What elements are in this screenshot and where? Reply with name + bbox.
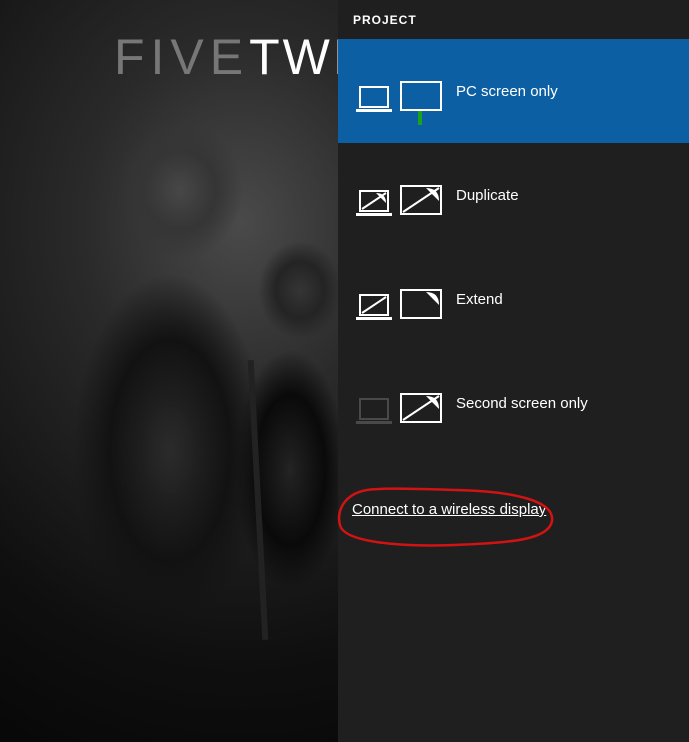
option-label: Extend [456,291,503,308]
wallpaper-title: FIVETWI [114,28,350,86]
option-duplicate[interactable]: Duplicate [338,143,689,247]
second-screen-only-icon [356,381,446,425]
duplicate-icon [356,173,446,217]
annotation-circle [334,481,564,561]
option-pc-screen-only[interactable]: PC screen only [338,39,689,143]
wallpaper-figure [0,100,340,742]
active-indicator [418,111,422,125]
panel-title: PROJECT [338,0,689,39]
wallpaper-title-thin: FIVE [114,29,249,85]
wallpaper-title-bold: TWI [249,29,350,85]
connect-wireless-display-link[interactable]: Connect to a wireless display [352,501,546,518]
option-label: Second screen only [456,395,588,412]
extend-icon [356,277,446,321]
pc-screen-only-icon [356,69,446,113]
option-label: PC screen only [456,83,558,100]
option-label: Duplicate [456,187,519,204]
option-second-screen-only[interactable]: Second screen only [338,351,689,455]
project-panel: PROJECT PC screen only [338,0,689,742]
option-extend[interactable]: Extend [338,247,689,351]
